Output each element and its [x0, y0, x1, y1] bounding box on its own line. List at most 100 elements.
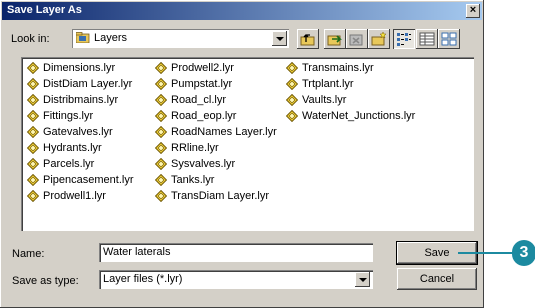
- cancel-button[interactable]: Cancel: [397, 268, 477, 290]
- save-as-type-label: Save as type:: [12, 275, 79, 287]
- file-list-item[interactable]: Gatevalves.lyr: [26, 124, 134, 140]
- title-bar[interactable]: Save Layer As ×: [2, 2, 482, 20]
- layer-file-icon: [27, 110, 39, 122]
- layer-file-icon: [27, 78, 39, 90]
- name-label: Name:: [12, 248, 45, 260]
- name-input[interactable]: Water laterals: [99, 243, 373, 262]
- file-name: Parcels.lyr: [43, 158, 95, 170]
- up-one-level-icon: [300, 34, 315, 46]
- file-list-item[interactable]: TransDiam Layer.lyr: [154, 188, 277, 204]
- layer-file-icon: [155, 174, 167, 186]
- layer-file-icon: [155, 78, 167, 90]
- file-name: Tanks.lyr: [171, 174, 215, 186]
- file-name: Dimensions.lyr: [43, 62, 116, 74]
- layer-file-icon: [286, 110, 298, 122]
- file-list-item[interactable]: Dimensions.lyr: [26, 60, 134, 76]
- disconnect-icon: [349, 34, 363, 46]
- layer-file-icon: [27, 158, 39, 170]
- layer-file-icon: [286, 94, 298, 106]
- callout-line: [458, 252, 516, 254]
- file-list-item[interactable]: Pipencasement.lyr: [26, 172, 134, 188]
- file-column-1: Dimensions.lyr DistDiam Layer.lyr Distribm…: [26, 60, 134, 204]
- layer-file-icon: [155, 94, 167, 106]
- file-list-item[interactable]: Vaults.lyr: [285, 92, 415, 108]
- layer-file-icon: [286, 62, 298, 74]
- file-list-item[interactable]: Tanks.lyr: [154, 172, 277, 188]
- file-list-item[interactable]: WaterNet_Junctions.lyr: [285, 108, 415, 124]
- file-name: TransDiam Layer.lyr: [171, 190, 270, 202]
- file-list-item[interactable]: Prodwell2.lyr: [154, 60, 277, 76]
- new-folder-icon: [371, 31, 387, 46]
- details-view-button[interactable]: [416, 29, 438, 49]
- file-name: Pipencasement.lyr: [43, 174, 134, 186]
- thumbnails-view-icon: [441, 32, 457, 46]
- file-list-item[interactable]: RRline.lyr: [154, 140, 277, 156]
- file-list-item[interactable]: DistDiam Layer.lyr: [26, 76, 134, 92]
- file-column-3: Transmains.lyr Trtplant.lyr Vaults.lyr Wate…: [285, 60, 415, 124]
- file-list-item[interactable]: Parcels.lyr: [26, 156, 134, 172]
- layer-file-icon: [155, 190, 167, 202]
- close-button[interactable]: ×: [466, 4, 480, 18]
- layer-file-icon: [27, 94, 39, 106]
- file-list-item[interactable]: Trtplant.lyr: [285, 76, 415, 92]
- file-list-item[interactable]: Hydrants.lyr: [26, 140, 134, 156]
- file-list-item[interactable]: Road_cl.lyr: [154, 92, 277, 108]
- file-name: Pumpstat.lyr: [171, 78, 233, 90]
- chevron-down-icon[interactable]: [355, 272, 370, 287]
- layer-file-icon: [286, 78, 298, 90]
- file-list-item[interactable]: Distribmains.lyr: [26, 92, 134, 108]
- file-name: Hydrants.lyr: [43, 142, 102, 154]
- name-input-value: Water laterals: [103, 246, 171, 258]
- layer-file-icon: [27, 174, 39, 186]
- file-list-item[interactable]: Pumpstat.lyr: [154, 76, 277, 92]
- file-list-item[interactable]: Prodwell1.lyr: [26, 188, 134, 204]
- file-name: Road_cl.lyr: [171, 94, 227, 106]
- list-view-button[interactable]: [393, 29, 415, 49]
- file-list-item[interactable]: Road_eop.lyr: [154, 108, 277, 124]
- add-connection-icon: [327, 35, 342, 46]
- file-name: RRline.lyr: [171, 142, 219, 154]
- layer-file-icon: [27, 142, 39, 154]
- file-list-item[interactable]: Sysvalves.lyr: [154, 156, 277, 172]
- folder-layers-icon: [76, 32, 90, 43]
- add-connection-button[interactable]: [324, 29, 346, 49]
- up-one-level-button[interactable]: [297, 29, 319, 49]
- file-name: Road_eop.lyr: [171, 110, 237, 122]
- save-layer-as-dialog: Save Layer As × Look in: Layers Dimensio…: [0, 0, 484, 308]
- layer-file-icon: [27, 62, 39, 74]
- close-icon: ×: [469, 4, 477, 16]
- file-list[interactable]: Dimensions.lyr DistDiam Layer.lyr Distribm…: [21, 57, 474, 231]
- layer-file-icon: [155, 142, 167, 154]
- new-folder-button[interactable]: [368, 29, 390, 49]
- file-name: DistDiam Layer.lyr: [43, 78, 133, 90]
- look-in-value: Layers: [94, 32, 128, 44]
- file-name: Fittings.lyr: [43, 110, 94, 122]
- file-name: Prodwell2.lyr: [171, 62, 234, 74]
- layer-file-icon: [155, 62, 167, 74]
- disconnect-button[interactable]: [346, 29, 368, 49]
- file-column-2: Prodwell2.lyr Pumpstat.lyr Road_cl.lyr Road…: [154, 60, 277, 204]
- file-name: Prodwell1.lyr: [43, 190, 106, 202]
- look-in-dropdown[interactable]: Layers: [72, 29, 289, 48]
- layer-file-icon: [27, 190, 39, 202]
- file-name: WaterNet_Junctions.lyr: [302, 110, 416, 122]
- thumbnails-view-button[interactable]: [438, 29, 460, 49]
- details-view-icon: [419, 32, 435, 46]
- file-list-item[interactable]: Transmains.lyr: [285, 60, 415, 76]
- file-name: Transmains.lyr: [302, 62, 374, 74]
- file-list-item[interactable]: Fittings.lyr: [26, 108, 134, 124]
- file-name: RoadNames Layer.lyr: [171, 126, 277, 138]
- layer-file-icon: [155, 158, 167, 170]
- save-as-type-value: Layer files (*.lyr): [103, 273, 183, 285]
- file-name: Gatevalves.lyr: [43, 126, 113, 138]
- list-view-icon: [397, 33, 411, 46]
- layer-file-icon: [27, 126, 39, 138]
- look-in-label: Look in:: [11, 33, 50, 45]
- save-as-type-dropdown[interactable]: Layer files (*.lyr): [99, 270, 373, 289]
- file-name: Trtplant.lyr: [302, 78, 354, 90]
- file-name: Sysvalves.lyr: [171, 158, 236, 170]
- layer-file-icon: [155, 110, 167, 122]
- chevron-down-icon[interactable]: [272, 31, 287, 46]
- step-callout-badge: 3: [512, 240, 535, 266]
- file-list-item[interactable]: RoadNames Layer.lyr: [154, 124, 277, 140]
